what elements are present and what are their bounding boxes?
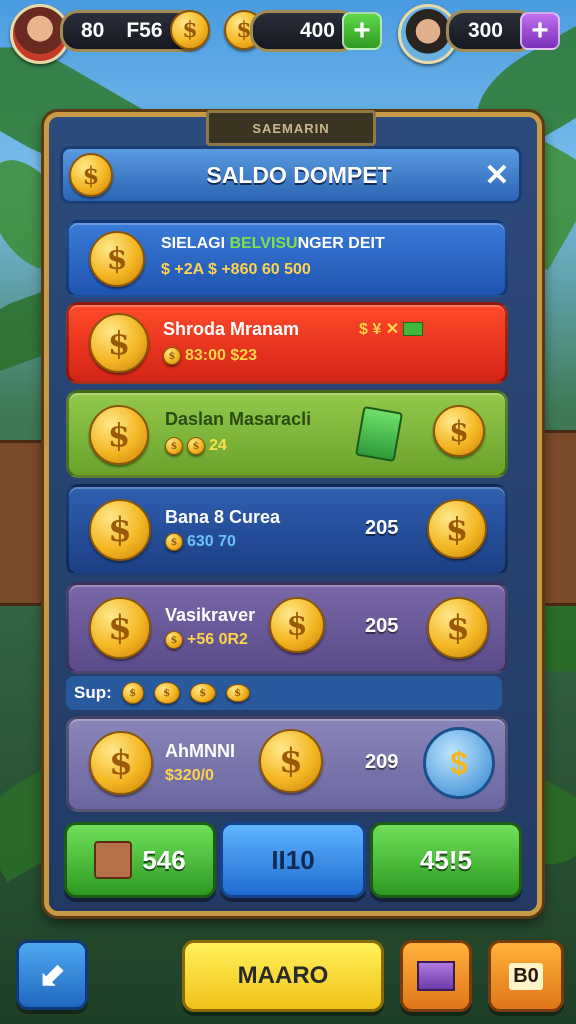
action-button-label: II10	[271, 844, 315, 875]
cash-icon	[403, 322, 424, 336]
row-title: Shroda Mranam	[163, 319, 300, 339]
coin-icon: $	[89, 731, 153, 795]
row-title: Bana 8 Curea	[165, 507, 281, 527]
coin-icon: $	[165, 533, 183, 551]
panel-tab-label: SAEMARIN	[206, 110, 376, 146]
row-subtitle: $ +2A $ +860 60 500	[161, 261, 311, 278]
add-gems-button[interactable]: +	[520, 12, 560, 50]
wallet-row[interactable]: $ AhMNNI $320/0 $ 209 $	[66, 716, 508, 812]
row-title-part: SIELAGI	[161, 235, 230, 252]
globe-coin-icon: $	[423, 727, 495, 799]
coin-icon: $	[89, 313, 149, 373]
action-button-green-left[interactable]: 546	[64, 822, 216, 898]
wallet-row[interactable]: $ Vasikraver $ +56 0R2 $ 205 $	[66, 582, 508, 674]
coin-balance-value: 400	[299, 19, 335, 42]
coin-icon: $	[427, 597, 489, 659]
row-title: Daslan Masaracli	[165, 409, 312, 429]
coin-strip-label: Sup:	[74, 683, 112, 702]
row-subtitle-value: 24	[209, 437, 227, 454]
action-button-blue[interactable]: II10	[220, 822, 366, 898]
coin-icon: $	[427, 499, 487, 559]
back-button[interactable]: ⬋	[16, 940, 88, 1010]
panel-title: SALDO DOMPET	[206, 161, 392, 188]
coin-icon: $	[259, 729, 323, 793]
coin-stack-icon: $	[153, 682, 180, 704]
wallet-row[interactable]: $ Bana 8 Curea $ 630 70 205 $	[66, 484, 508, 576]
panel-header: $ SALDO DOMPET ✕	[60, 146, 522, 204]
row-subtitle: $320/0	[165, 767, 214, 784]
row-subtitle: $ 83:00 $23	[163, 347, 257, 365]
coin-icon: $	[165, 631, 183, 649]
close-button[interactable]: ✕	[475, 158, 519, 193]
coin-icon: $	[89, 231, 145, 287]
coin-icon: $	[163, 347, 181, 365]
row-badge: $ ¥ ✕	[359, 319, 424, 339]
row-value: 205	[365, 615, 399, 637]
wallet-row[interactable]: $ Shroda Mranam $ 83:00 $23 $ ¥ ✕	[66, 302, 508, 384]
back-arrow-icon: ⬋	[38, 957, 66, 993]
row-subtitle-value: +56 0R2	[187, 631, 248, 648]
coin-icon: $	[69, 153, 113, 197]
row-subtitle-value: 630 70	[187, 533, 236, 550]
action-button-label: 45!5	[419, 844, 473, 875]
row-subtitle-value: 83:00 $23	[185, 347, 258, 364]
green-card-icon	[354, 405, 404, 463]
coin-icon: $	[121, 682, 144, 704]
coin-icon: $	[225, 684, 250, 702]
row-title-part: NGER DEIT	[297, 235, 385, 252]
action-button-label: 546	[142, 844, 186, 875]
player-stat-a: 80	[81, 19, 105, 42]
main-action-label: MAARO	[237, 962, 329, 989]
wallet-row[interactable]: $ Daslan Masaracli $ $ 24 $	[66, 390, 508, 478]
coin-icon: $	[170, 10, 210, 50]
row-value: 209	[365, 751, 399, 773]
coin-icon: $	[89, 499, 151, 561]
gift-icon	[94, 841, 133, 879]
coin-icon: $	[89, 405, 149, 465]
row-title-highlight: BELVISU	[229, 235, 298, 252]
coin-stack-icon: $	[189, 683, 216, 703]
wallet-row[interactable]: $ SIELAGI BELVISUNGER DEIT $ +2A $ +860 …	[66, 220, 508, 298]
row-subtitle: $ +56 0R2	[165, 631, 248, 649]
coin-stack-icon: $	[187, 437, 205, 455]
row-subtitle: $ 630 70	[165, 533, 236, 551]
coin-strip: Sup: $ $ $ $	[66, 676, 502, 710]
coin-icon: $	[269, 597, 325, 653]
row-title: SIELAGI BELVISUNGER DEIT	[161, 235, 385, 253]
main-action-button[interactable]: MAARO	[182, 940, 384, 1012]
footer-right-button[interactable]: B0	[488, 940, 564, 1012]
coin-icon: $	[89, 597, 151, 659]
top-bar: 80 F56 $ $ 400 + 300 +	[0, 0, 576, 70]
action-button-green-right[interactable]: 45!5	[370, 822, 522, 898]
add-coins-button[interactable]: +	[342, 12, 382, 50]
footer-right-label: B0	[509, 962, 543, 990]
row-badge-text: $ ¥ ✕	[359, 321, 400, 338]
row-value: 205	[365, 517, 399, 539]
coin-icon: $	[165, 437, 183, 455]
row-title: AhMNNI	[165, 741, 235, 761]
gem-balance-value: 300	[467, 19, 503, 42]
row-title: Vasikraver	[165, 605, 256, 625]
row-subtitle: $ $ 24	[165, 437, 227, 455]
player-stat-b: F56	[126, 19, 163, 42]
inventory-button[interactable]	[400, 940, 472, 1012]
inventory-box-icon	[417, 961, 455, 991]
coin-icon: $	[433, 405, 485, 457]
